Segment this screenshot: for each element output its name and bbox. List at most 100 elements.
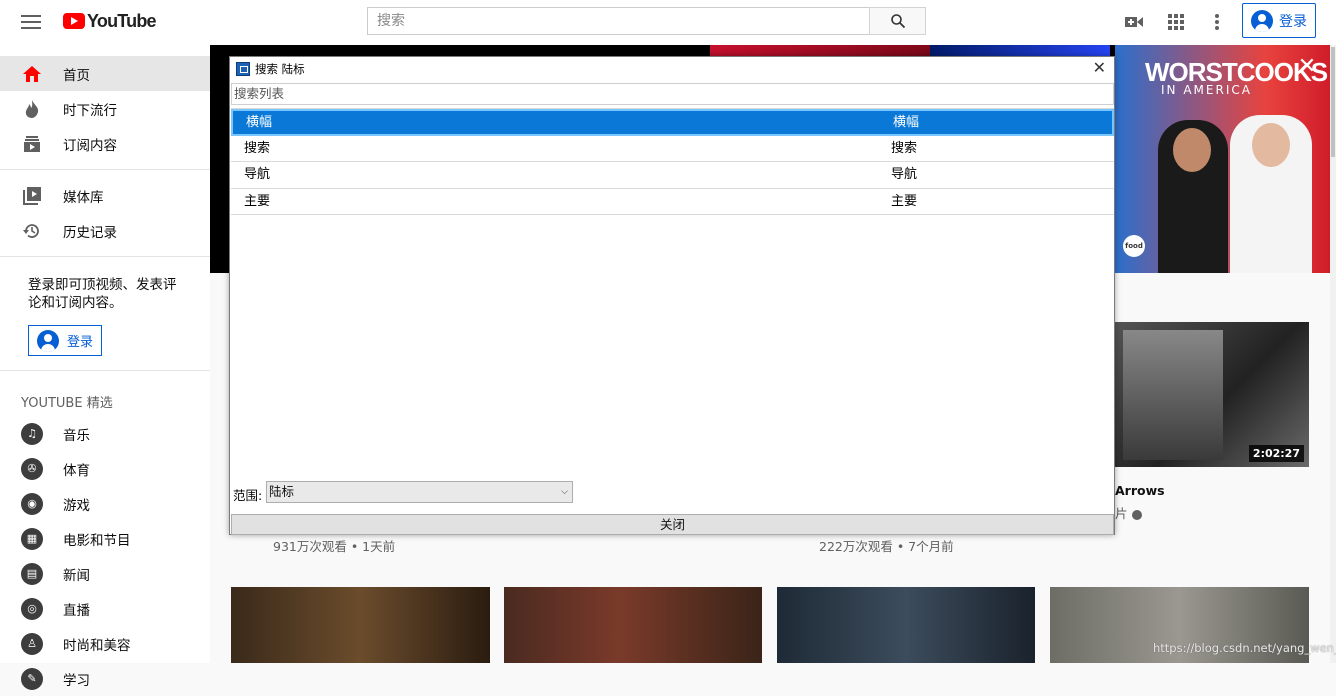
close-icon[interactable]: ✕ bbox=[1093, 60, 1106, 76]
sidebar-item-label: 订阅内容 bbox=[63, 137, 117, 154]
sidebar-item-label: 游戏 bbox=[63, 497, 90, 514]
divider bbox=[0, 169, 210, 170]
live-icon: ◎ bbox=[21, 597, 43, 620]
youtube-logo[interactable]: YouTube bbox=[63, 10, 157, 32]
watermark-text: https://blog.csdn.net/yang_wen_wu bbox=[1153, 641, 1336, 655]
list-item[interactable]: 主要 主要 bbox=[231, 189, 1114, 215]
learning-icon: ✎ bbox=[21, 667, 43, 690]
video-thumbnail[interactable] bbox=[504, 587, 762, 663]
logo-text: YouTube bbox=[87, 10, 157, 31]
signin-label: 登录 bbox=[1279, 13, 1307, 30]
search-icon bbox=[890, 14, 905, 29]
item-name: 搜索 bbox=[244, 140, 271, 156]
sidebar-item-library[interactable]: 媒体库 bbox=[0, 178, 210, 213]
list-item[interactable]: 横幅 横幅 bbox=[231, 109, 1114, 136]
section-title: YOUTUBE 精选 bbox=[21, 396, 113, 411]
sidebar-item-fashion[interactable]: ♙ 时尚和美容 bbox=[0, 626, 210, 661]
signin-prompt-text: 登录即可顶视频、发表评论和订阅内容。 bbox=[28, 277, 177, 311]
sidebar-item-live[interactable]: ◎ 直播 bbox=[0, 591, 210, 626]
sidebar-item-label: 时下流行 bbox=[63, 102, 117, 119]
play-logo-icon bbox=[63, 13, 85, 29]
chevron-down-icon: ⌵ bbox=[561, 487, 568, 497]
banner-close-icon[interactable]: ✕ bbox=[1296, 56, 1318, 79]
item-name: 导航 bbox=[244, 167, 271, 182]
history-icon bbox=[21, 220, 43, 242]
video-thumbnail[interactable] bbox=[777, 587, 1035, 663]
sidebar-item-label: 媒体库 bbox=[63, 189, 104, 206]
list-item[interactable]: 搜索 搜索 bbox=[231, 136, 1114, 162]
sidebar-item-gaming[interactable]: ◉ 游戏 bbox=[0, 486, 210, 521]
results-list[interactable]: 横幅 横幅 搜索 搜索 导航 导航 主要 主要 bbox=[231, 108, 1114, 480]
account-icon bbox=[36, 329, 59, 352]
dialog-title: 搜索 陆标 bbox=[255, 62, 305, 76]
item-role: 主要 bbox=[891, 193, 918, 209]
sidebar-item-subscriptions[interactable]: 订阅内容 bbox=[0, 126, 210, 161]
signin-button[interactable]: 登录 bbox=[1242, 3, 1316, 38]
video-thumbnail[interactable] bbox=[231, 587, 490, 663]
sidebar-item-history[interactable]: 历史记录 bbox=[0, 213, 210, 248]
gaming-icon: ◉ bbox=[21, 492, 43, 515]
chef-figure-right bbox=[1230, 115, 1312, 273]
food-network-logo: food bbox=[1123, 235, 1145, 257]
item-name: 横幅 bbox=[246, 115, 273, 130]
search-button[interactable] bbox=[869, 7, 926, 35]
sidebar-item-label: 时尚和美容 bbox=[63, 637, 131, 654]
sidebar: 首页 时下流行 订阅内容 媒体库 历史记录 登录即可顶视频、发表评论和订阅内容。… bbox=[0, 45, 210, 690]
news-icon: ▤ bbox=[21, 562, 43, 585]
search-input[interactable]: 搜索 bbox=[367, 7, 870, 35]
search-dialog: 搜索 陆标 ✕ 搜索列表 横幅 横幅 搜索 搜索 导航 导航 主要 主要 范围:… bbox=[229, 56, 1115, 535]
sidebar-item-music[interactable]: ♫ 音乐 bbox=[0, 416, 210, 451]
item-role: 横幅 bbox=[893, 115, 920, 130]
apps-grid-icon[interactable] bbox=[1166, 12, 1186, 32]
music-icon: ♫ bbox=[21, 422, 43, 445]
close-button[interactable]: 关闭 bbox=[231, 514, 1114, 535]
sidebar-item-trending[interactable]: 时下流行 bbox=[0, 91, 210, 126]
sidebar-item-label: 首页 bbox=[63, 67, 90, 84]
sidebar-item-label: 历史记录 bbox=[63, 224, 117, 241]
list-item[interactable]: 导航 导航 bbox=[231, 162, 1114, 189]
flame-icon bbox=[21, 98, 43, 120]
channel-name: 片 bbox=[1115, 506, 1128, 521]
video-meta: 222万次观看 • 7个月前 bbox=[819, 539, 954, 554]
sidebar-item-label: 音乐 bbox=[63, 427, 90, 444]
sidebar-item-movies[interactable]: ▦ 电影和节目 bbox=[0, 521, 210, 556]
scope-label: 范围: bbox=[233, 488, 263, 503]
page-scrollbar[interactable] bbox=[1330, 45, 1336, 663]
sidebar-item-learning[interactable]: ✎ 学习 bbox=[0, 661, 210, 696]
hamburger-menu-icon[interactable] bbox=[21, 12, 41, 32]
video-thumbnail[interactable]: 2:02:27 bbox=[1115, 322, 1309, 467]
fashion-icon: ♙ bbox=[21, 632, 43, 655]
sports-icon: ✇ bbox=[21, 457, 43, 480]
promo-subtitle: IN AMERICA bbox=[1161, 83, 1252, 97]
divider bbox=[0, 370, 210, 371]
video-channel[interactable]: 片 bbox=[1115, 503, 1142, 522]
sidebar-item-sports[interactable]: ✇ 体育 bbox=[0, 451, 210, 486]
more-vertical-icon[interactable] bbox=[1207, 12, 1227, 32]
sidebar-item-news[interactable]: ▤ 新闻 bbox=[0, 556, 210, 591]
create-video-icon[interactable] bbox=[1124, 12, 1144, 32]
sidebar-signin-button[interactable]: 登录 bbox=[28, 325, 102, 356]
item-role: 导航 bbox=[891, 167, 918, 182]
list-label: 搜索列表 bbox=[231, 83, 1114, 105]
library-icon bbox=[21, 185, 43, 207]
sidebar-item-label: 电影和节目 bbox=[63, 532, 131, 549]
video-meta: 931万次观看 • 1天前 bbox=[273, 539, 396, 554]
thumbnail-art bbox=[1123, 330, 1223, 460]
scope-select[interactable]: 陆标 ⌵ bbox=[266, 481, 573, 503]
scrollbar-thumb[interactable] bbox=[1331, 47, 1335, 157]
verified-icon bbox=[1131, 509, 1142, 520]
video-title[interactable]: Arrows bbox=[1115, 483, 1165, 498]
movies-icon: ▦ bbox=[21, 527, 43, 550]
scope-value: 陆标 bbox=[269, 484, 295, 499]
sidebar-item-label: 体育 bbox=[63, 462, 90, 479]
video-duration: 2:02:27 bbox=[1248, 445, 1304, 462]
item-name: 主要 bbox=[244, 193, 271, 209]
top-bar: YouTube 搜索 登录 bbox=[0, 0, 1336, 45]
subscriptions-icon bbox=[21, 133, 43, 155]
sidebar-item-home[interactable]: 首页 bbox=[0, 56, 210, 91]
divider bbox=[0, 256, 210, 257]
sidebar-signin-label: 登录 bbox=[66, 335, 93, 350]
item-role: 搜索 bbox=[891, 140, 918, 156]
sidebar-item-label: 学习 bbox=[63, 672, 90, 689]
chef-figure-left bbox=[1158, 120, 1228, 273]
